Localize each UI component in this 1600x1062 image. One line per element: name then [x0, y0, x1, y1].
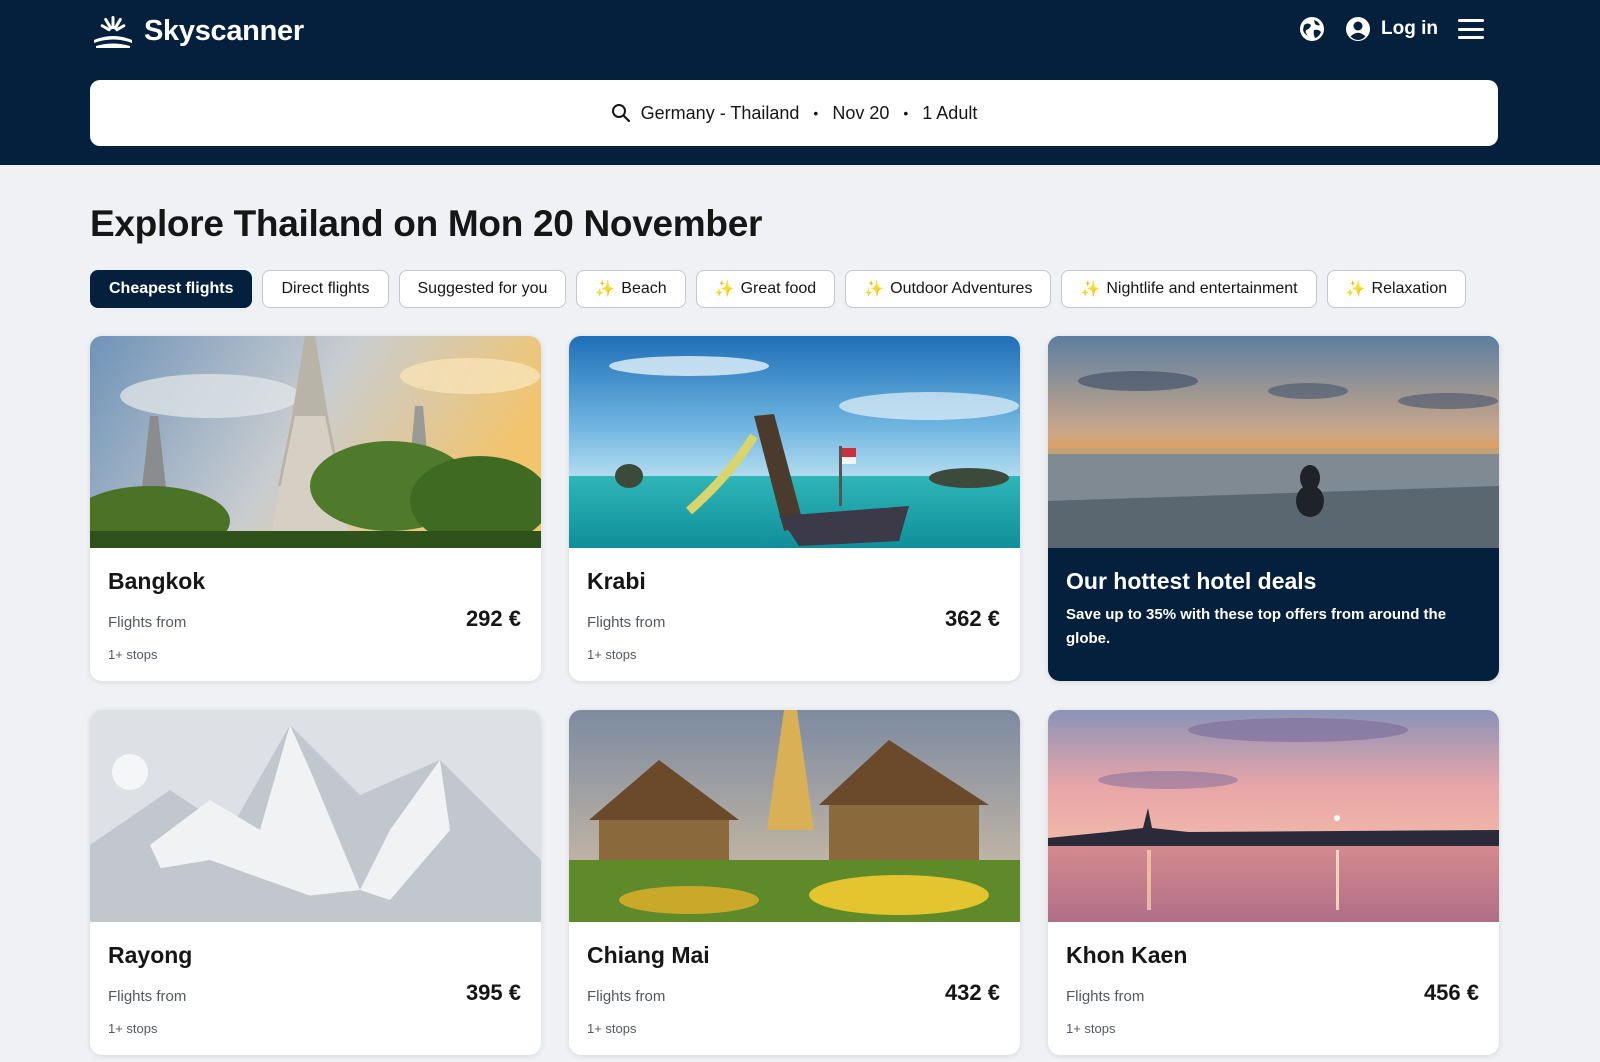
filter-chip-nightlife[interactable]: ✨ Nightlife and entertainment: [1061, 270, 1317, 308]
filter-chip-label: Cheapest flights: [109, 280, 234, 297]
menu-icon[interactable]: [1458, 19, 1484, 39]
search-date: Nov 20: [832, 102, 890, 123]
sparkle-icon: ✨: [1080, 281, 1101, 298]
destination-card-bangkok[interactable]: Bangkok Flights from 292 € 1+ stops: [90, 336, 541, 681]
search-summary-bar[interactable]: Germany - Thailand • Nov 20 • 1 Adult: [90, 80, 1498, 146]
destination-price: 292 €: [465, 606, 521, 631]
filter-chip-direct-flights[interactable]: Direct flights: [262, 270, 389, 308]
filter-chips: Cheapest flights Direct flights Suggeste…: [90, 270, 1467, 308]
filter-chip-label: Nightlife and entertainment: [1106, 280, 1298, 297]
filter-chip-label: Relaxation: [1371, 280, 1448, 297]
destination-price: 456 €: [1423, 980, 1479, 1005]
destination-card-krabi[interactable]: Krabi Flights from 362 € 1+ stops: [569, 336, 1020, 681]
filter-chip-great-food[interactable]: ✨ Great food: [695, 270, 836, 308]
destination-card-chiang-mai[interactable]: Chiang Mai Flights from 432 € 1+ stops: [569, 710, 1020, 1055]
flights-from-label: Flights from: [108, 614, 187, 631]
hotel-deals-title: Our hottest hotel deals: [1066, 568, 1317, 594]
stops-label: 1+ stops: [108, 647, 158, 662]
sparkle-icon: ✨: [1345, 281, 1366, 298]
login-button[interactable]: Log in: [1345, 16, 1438, 42]
logo-wordmark: Skyscanner: [144, 14, 304, 47]
sunburst-logo-icon: [94, 16, 132, 48]
stops-label: 1+ stops: [587, 647, 637, 662]
flights-from-label: Flights from: [587, 614, 666, 631]
search-route: Germany - Thailand: [640, 102, 800, 123]
sparkle-icon: ✨: [864, 281, 885, 298]
search-travellers: 1 Adult: [922, 102, 978, 123]
hotel-deals-card[interactable]: Our hottest hotel deals Save up to 35% w…: [1048, 336, 1499, 681]
stops-label: 1+ stops: [1066, 1021, 1116, 1036]
page-title: Explore Thailand on Mon 20 November: [90, 203, 763, 244]
destination-card-rayong[interactable]: Rayong Flights from 395 € 1+ stops: [90, 710, 541, 1055]
globe-icon[interactable]: [1299, 16, 1325, 42]
destination-image: [569, 710, 1020, 922]
destination-card-khon-kaen[interactable]: Khon Kaen Flights from 456 € 1+ stops: [1048, 710, 1499, 1055]
flights-from-label: Flights from: [108, 988, 187, 1005]
separator-dot: •: [903, 105, 909, 121]
stops-label: 1+ stops: [587, 1021, 637, 1036]
flights-from-label: Flights from: [1066, 988, 1145, 1005]
destination-price: 395 €: [465, 980, 521, 1005]
filter-chip-cheapest-flights[interactable]: Cheapest flights: [90, 270, 253, 308]
filter-chip-label: Suggested for you: [417, 280, 548, 297]
top-navigation-bar: Skyscanner Log in Germany - Thailand • N…: [0, 0, 1600, 165]
destination-name: Khon Kaen: [1066, 942, 1188, 968]
account-icon: [1346, 17, 1371, 41]
destination-image: [569, 336, 1020, 548]
sparkle-icon: ✨: [714, 281, 735, 298]
filter-chip-relaxation[interactable]: ✨ Relaxation: [1326, 270, 1467, 308]
destination-name: Chiang Mai: [587, 942, 710, 968]
destination-image: [1048, 710, 1499, 922]
login-label: Log in: [1381, 18, 1438, 39]
destination-price: 362 €: [944, 606, 1000, 631]
destination-name: Krabi: [587, 568, 646, 594]
filter-chip-label: Direct flights: [281, 280, 370, 297]
destination-image: [90, 336, 541, 548]
destination-name: Rayong: [108, 942, 193, 968]
header-actions: Log in: [1299, 16, 1484, 42]
sparkle-icon: ✨: [595, 281, 616, 298]
filter-chip-beach[interactable]: ✨ Beach: [576, 270, 686, 308]
skyscanner-logo[interactable]: Skyscanner: [90, 14, 304, 48]
filter-chip-outdoor-adventures[interactable]: ✨ Outdoor Adventures: [845, 270, 1052, 308]
destination-name: Bangkok: [108, 568, 206, 594]
separator-dot: •: [813, 105, 819, 121]
filter-chip-suggested-for-you[interactable]: Suggested for you: [398, 270, 567, 308]
flights-from-label: Flights from: [587, 988, 666, 1005]
filter-chip-label: Great food: [740, 280, 817, 297]
destination-price: 432 €: [944, 980, 1000, 1005]
filter-chip-label: Beach: [621, 280, 667, 297]
filter-chip-label: Outdoor Adventures: [890, 280, 1033, 297]
hotel-deals-description: Save up to 35% with these top offers fro…: [1066, 606, 1447, 647]
stops-label: 1+ stops: [108, 1021, 158, 1036]
search-icon: [611, 104, 630, 123]
placeholder-image: [90, 710, 541, 922]
deal-image: [1048, 336, 1499, 548]
